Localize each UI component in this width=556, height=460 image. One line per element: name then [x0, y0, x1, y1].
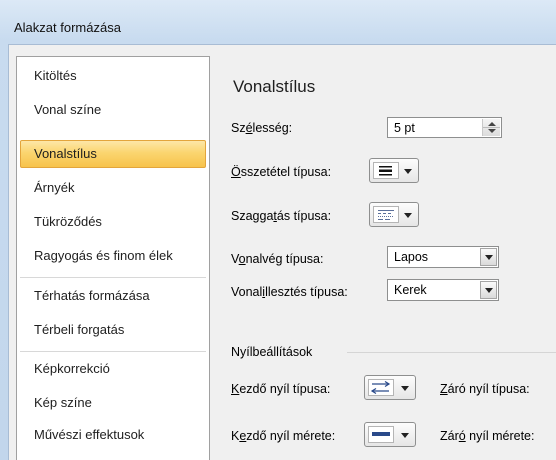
category-list: Kitöltés Vonal színe Vonalstílus Árnyék …	[16, 56, 210, 460]
chevron-down-icon	[404, 169, 412, 174]
sidebar-item-line-style[interactable]: Vonalstílus	[20, 140, 206, 168]
compound-type-button[interactable]	[369, 158, 419, 183]
chevron-down-icon	[401, 433, 409, 438]
dash-type-button[interactable]	[369, 202, 419, 227]
sidebar-item-glow-soft-edges[interactable]: Ragyogás és finom élek	[20, 242, 206, 270]
sidebar-item-line-color[interactable]: Vonal színe	[20, 96, 206, 124]
chevron-down-icon	[401, 386, 409, 391]
width-value: 5 pt	[394, 121, 415, 135]
compound-line-icon	[373, 162, 399, 179]
dash-type-label: Szaggatás típusa:	[231, 209, 332, 223]
spin-up-icon[interactable]	[488, 122, 496, 126]
width-label: Szélesség:	[231, 121, 293, 135]
chevron-down-icon	[485, 288, 493, 293]
begin-arrow-size-label: Kezdő nyíl mérete:	[231, 429, 336, 443]
separator	[20, 277, 206, 278]
format-shape-dialog: Alakzat formázása Kitöltés Vonal színe V…	[0, 0, 556, 460]
join-type-select[interactable]: Kerek	[387, 279, 499, 301]
dash-line-icon	[373, 206, 399, 223]
end-arrow-size-label: Záró nyíl mérete:	[440, 429, 535, 443]
arrow-type-icon	[368, 379, 394, 396]
join-type-label: Vonalillesztés típusa:	[231, 285, 348, 299]
cap-type-value: Lapos	[394, 250, 429, 264]
sidebar-item-picture-corrections[interactable]: Képkorrekció	[20, 355, 206, 383]
separator	[20, 351, 206, 352]
width-spin-arrows[interactable]	[482, 119, 500, 136]
width-spinner[interactable]: 5 pt	[387, 117, 502, 138]
group-divider	[347, 352, 556, 353]
window-title: Alakzat formázása	[14, 20, 121, 35]
spin-down-icon[interactable]	[488, 129, 496, 133]
arrow-size-icon	[368, 426, 394, 443]
sidebar-item-shadow[interactable]: Árnyék	[20, 174, 206, 202]
sidebar-item-3d-rotation[interactable]: Térbeli forgatás	[20, 316, 206, 344]
title-bar[interactable]: Alakzat formázása	[0, 0, 556, 44]
chevron-down-icon	[404, 213, 412, 218]
join-type-dropdown-button[interactable]	[480, 281, 497, 299]
join-type-value: Kerek	[394, 283, 427, 297]
arrow-settings-group-label: Nyílbeállítások	[231, 345, 313, 359]
begin-arrow-size-button[interactable]	[364, 422, 416, 447]
cap-type-select[interactable]: Lapos	[387, 246, 499, 268]
line-style-panel: Vonalstílus Szélesség: 5 pt Összetétel t…	[219, 57, 556, 460]
cap-type-dropdown-button[interactable]	[480, 248, 497, 266]
cap-type-label: Vonalvég típusa:	[231, 252, 324, 266]
sidebar-item-picture-color[interactable]: Kép színe	[20, 389, 206, 417]
chevron-down-icon	[485, 255, 493, 260]
begin-arrow-type-label: Kezdő nyíl típusa:	[231, 382, 331, 396]
sidebar-item-artistic-effects[interactable]: Művészi effektusok	[20, 421, 206, 449]
begin-arrow-type-button[interactable]	[364, 375, 416, 400]
sidebar-item-reflection[interactable]: Tükröződés	[20, 208, 206, 236]
panel-heading: Vonalstílus	[233, 77, 316, 96]
sidebar-item-fill[interactable]: Kitöltés	[20, 62, 206, 90]
sidebar-item-3d-format[interactable]: Térhatás formázása	[20, 282, 206, 310]
end-arrow-type-label: Záró nyíl típusa:	[440, 382, 530, 396]
compound-type-label: Összetétel típusa:	[231, 165, 332, 179]
